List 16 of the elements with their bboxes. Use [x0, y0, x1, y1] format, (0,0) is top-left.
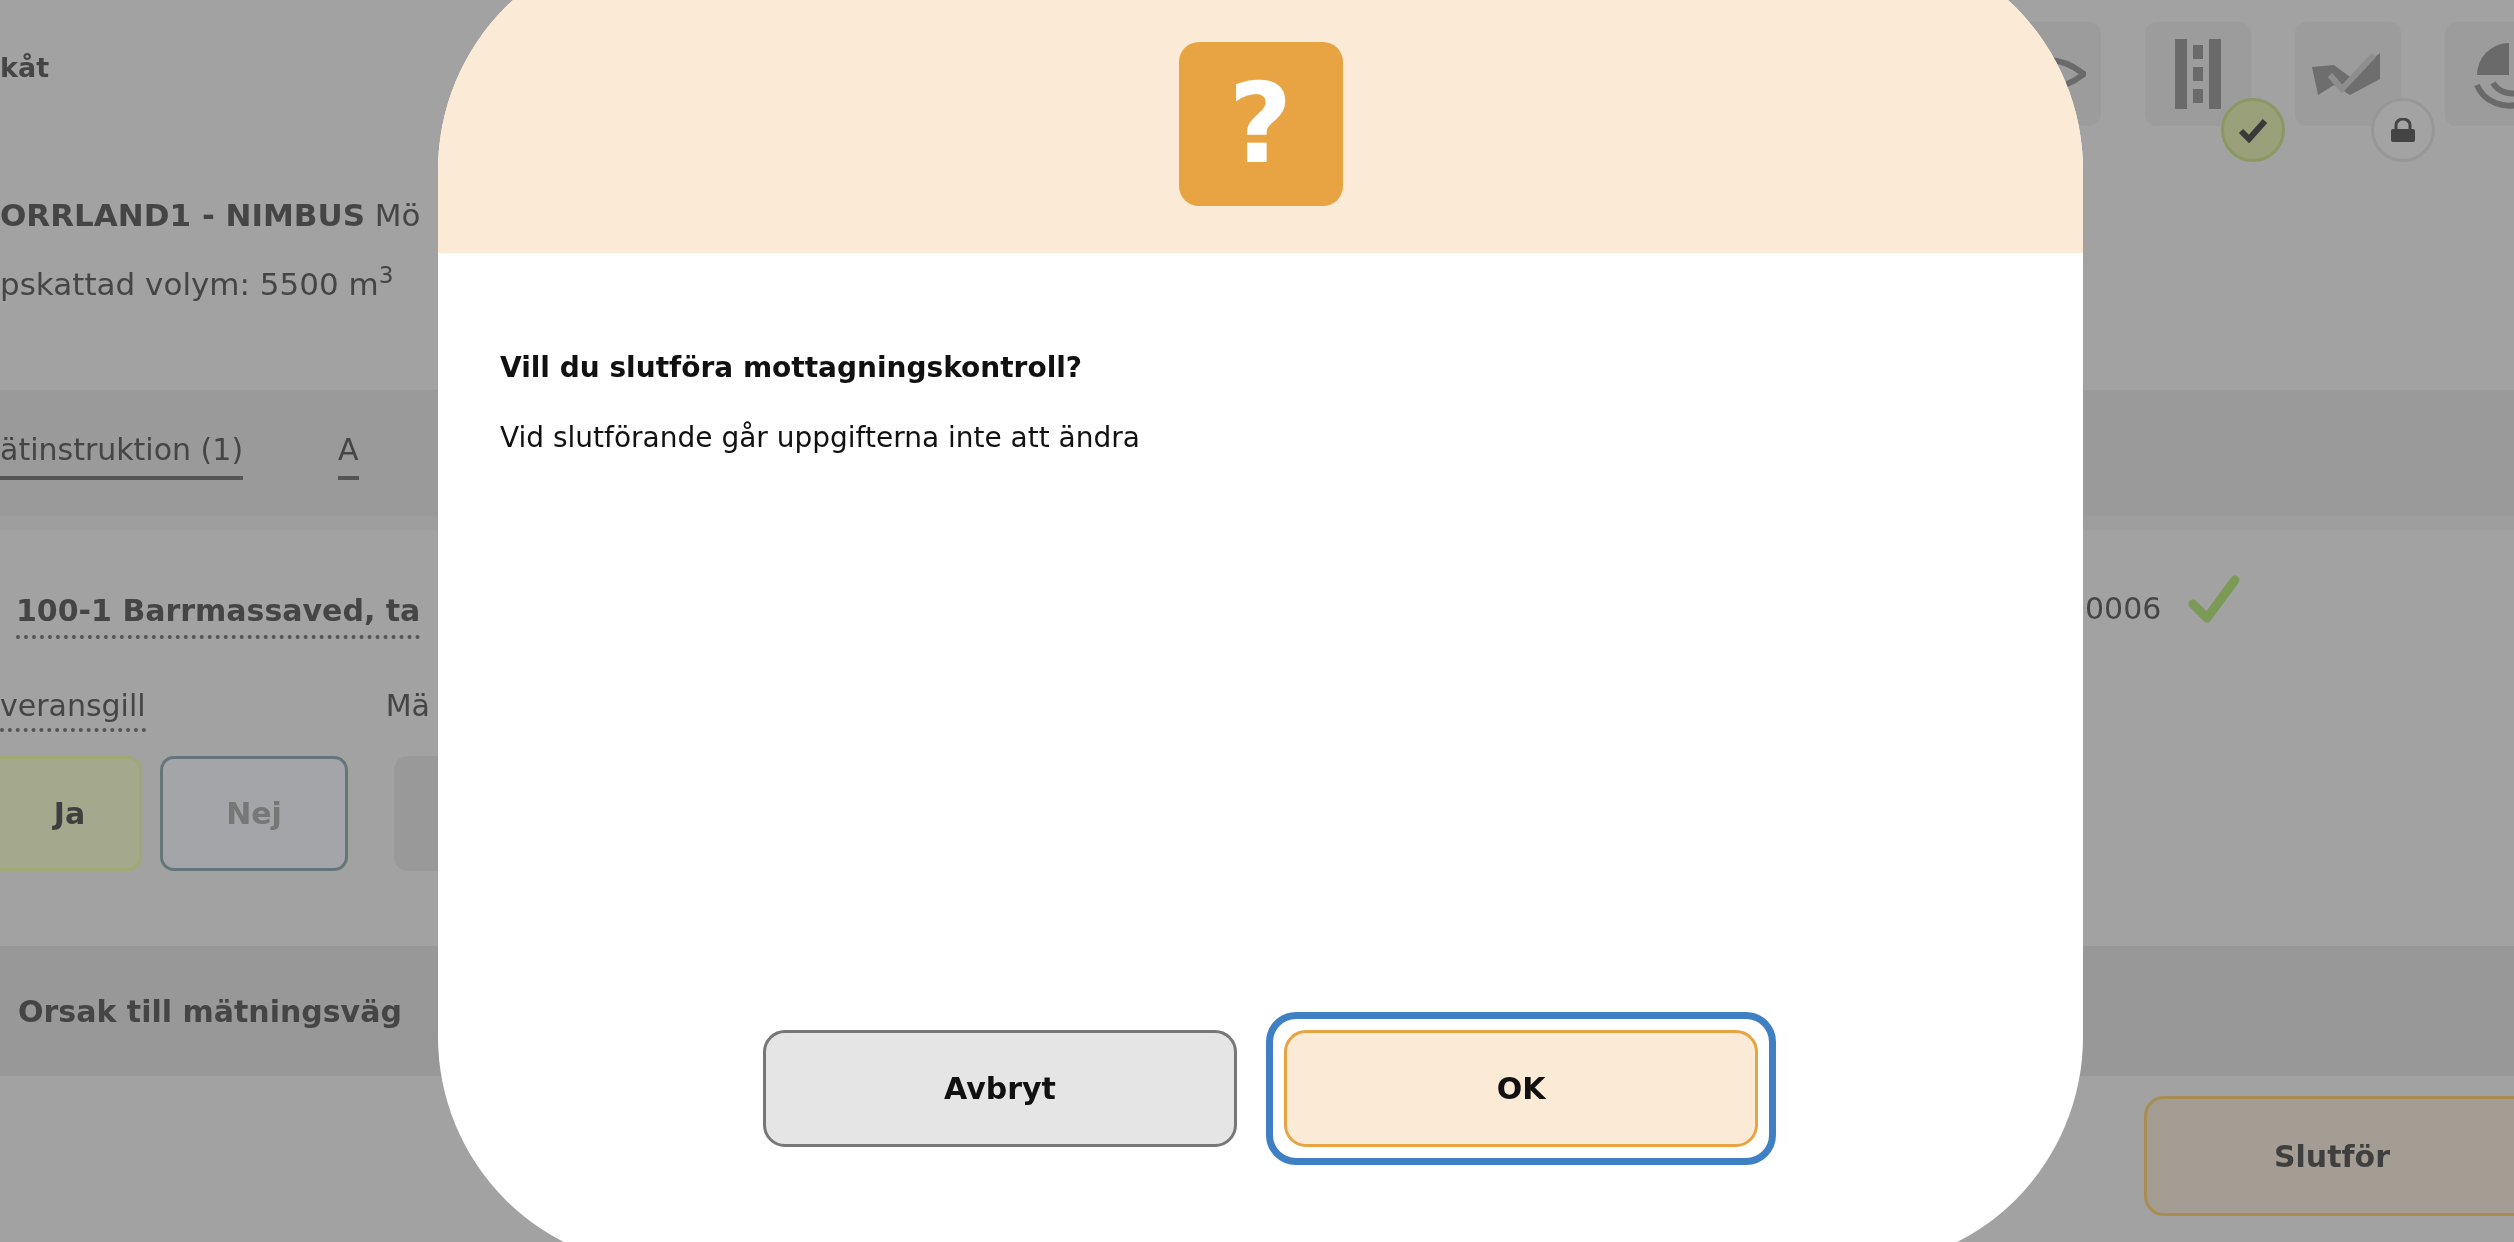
- tab[interactable]: A: [338, 426, 359, 480]
- ok-button[interactable]: OK: [1284, 1030, 1758, 1147]
- section-title: Orsak till mätningsväg: [18, 992, 402, 1031]
- field-label: Mä: [385, 687, 430, 725]
- assortment-link[interactable]: 100-1 Barrmassaved, ta: [16, 588, 421, 639]
- order-title: ORRLAND1 - NIMBUS Mö: [0, 200, 422, 231]
- finish-button[interactable]: Slutför: [2144, 1096, 2514, 1216]
- page-title: kåt: [0, 51, 50, 85]
- cancel-button[interactable]: Avbryt: [763, 1030, 1237, 1147]
- dialog-message: Vid slutförande går uppgifterna inte att ändra: [500, 420, 1141, 456]
- field-label: veransgill: [0, 683, 146, 732]
- question-icon: ?: [1178, 42, 1343, 206]
- assortment-code: 0006: [2085, 590, 2162, 628]
- choice-button[interactable]: Ja: [0, 756, 142, 871]
- dialog-title: Vill du slutföra mottagningskontroll?: [500, 350, 1084, 386]
- tab[interactable]: ätinstruktion (1): [0, 426, 244, 480]
